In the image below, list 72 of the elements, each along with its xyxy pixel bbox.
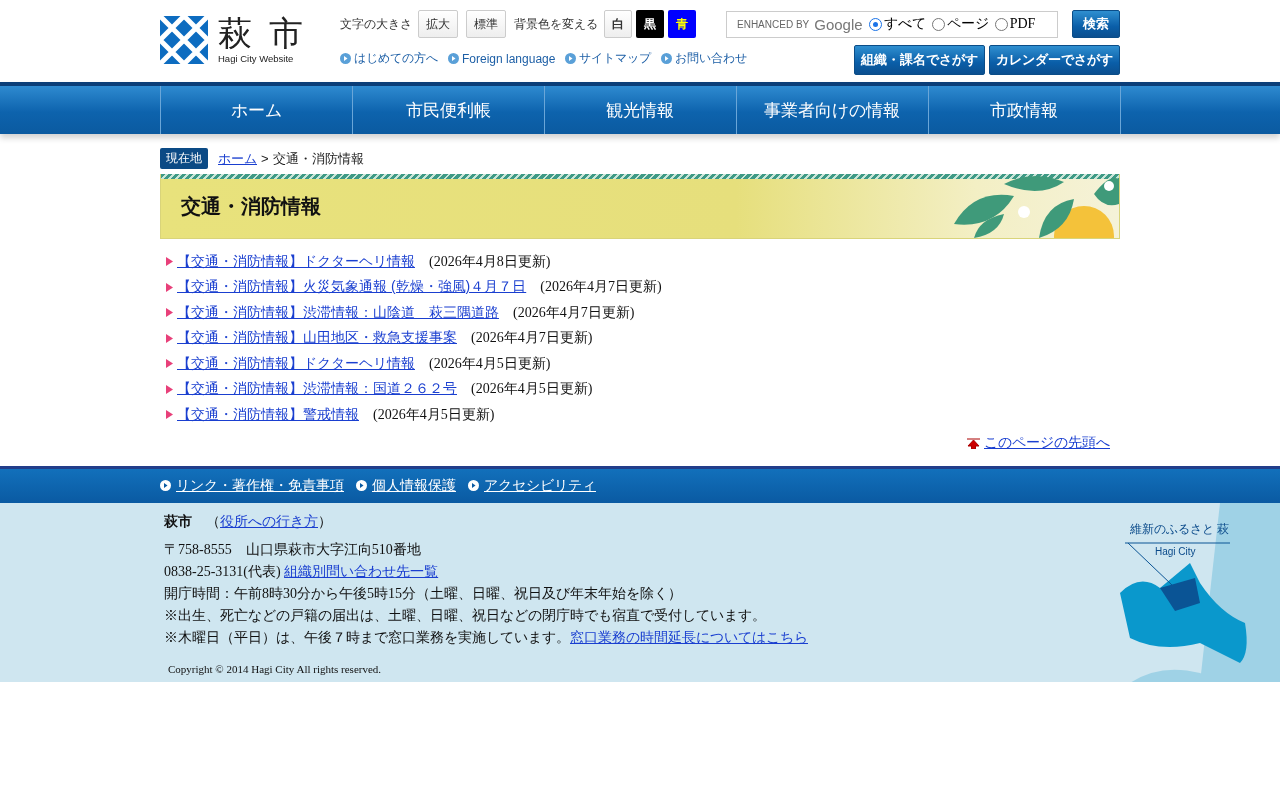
footer-link[interactable]: 個人情報保護	[356, 476, 456, 495]
font-size-button[interactable]: 標準	[466, 10, 506, 38]
bullet-icon	[166, 410, 173, 420]
search-scope-label: すべて	[883, 15, 926, 33]
bullet-icon	[166, 257, 173, 267]
search-scope-radio[interactable]	[931, 17, 945, 31]
utility-link[interactable]: お問い合わせ	[661, 50, 748, 67]
notice-text: ※木曜日（平日）は、午後７時まで窓口業務を実施しています。窓口業務の時間延長についてはこちら	[164, 628, 809, 647]
notice-text: ※出生、死亡などの戸籍の届出は、土曜、日曜、祝日などの閉庁時でも宿直で受付しています。	[164, 606, 767, 625]
utility-link[interactable]: Foreign language	[448, 50, 556, 67]
office-name-line: 萩市 （役所への行き方）	[164, 512, 333, 531]
bullet-icon	[166, 333, 173, 343]
background-color-button[interactable]: 白	[604, 10, 632, 38]
page-top-link[interactable]: このページの先頭へ	[967, 433, 1110, 452]
font-size-label: 文字の大きさ	[340, 15, 412, 33]
search-button[interactable]: 検索	[1072, 10, 1120, 38]
search-scope-radio[interactable]	[994, 17, 1008, 31]
footer-link[interactable]: アクセシビリティ	[468, 476, 596, 495]
nav-tab[interactable]: 観光情報	[544, 86, 737, 134]
nav-tab[interactable]: ホーム	[160, 86, 353, 134]
breadcrumb-separator: >	[261, 151, 269, 166]
contacts-link[interactable]: 組織別問い合わせ先一覧	[284, 563, 439, 579]
background-color-button[interactable]: 青	[668, 10, 696, 38]
hours-text: 開庁時間：午前8時30分から午後5時15分（土曜、日曜、祝日及び年末年始を除く）	[164, 584, 683, 603]
update-date: (2026年4月7日更新)	[540, 278, 662, 297]
notice-link[interactable]: 窓口業務の時間延長についてはこちら	[570, 629, 808, 645]
background-color-button[interactable]: 黒	[636, 10, 664, 38]
article-link[interactable]: 【交通・消防情報】ドクターヘリ情報	[177, 354, 415, 373]
update-date: (2026年4月5日更新)	[471, 380, 593, 399]
utility-link[interactable]: サイトマップ	[565, 50, 652, 67]
font-size-button[interactable]: 拡大	[418, 10, 458, 38]
article-link[interactable]: 【交通・消防情報】火災気象通報 (乾燥・強風)４月７日	[177, 278, 527, 297]
nav-tab[interactable]: 市民便利帳	[352, 86, 545, 134]
article-link[interactable]: 【交通・消防情報】警戒情報	[177, 405, 359, 424]
search-by-button[interactable]: 組織・課名でさがす	[854, 45, 985, 75]
search-scope-radio[interactable]	[868, 17, 882, 31]
article-link[interactable]: 【交通・消防情報】渋滞情報：山陰道 萩三隅道路	[177, 303, 499, 322]
up-arrow-icon	[967, 436, 980, 449]
phone-line: 0838-25-3131(代表) 組織別問い合わせ先一覧	[164, 562, 440, 581]
logo-icon	[160, 16, 208, 64]
breadcrumb-link[interactable]: ホーム	[218, 149, 257, 168]
article-link[interactable]: 【交通・消防情報】渋滞情報：国道２６２号	[177, 380, 457, 399]
search-scope-label: ページ	[946, 15, 989, 33]
utility-link[interactable]: はじめての方へ	[340, 50, 438, 67]
access-link[interactable]: 役所への行き方	[220, 513, 318, 529]
site-subtitle: Hagi City Website	[218, 52, 294, 64]
map-drawing: 維新のふるさと 萩 Hagi City	[900, 502, 1280, 682]
bullet-icon	[166, 282, 173, 292]
breadcrumb-current: 交通・消防情報	[272, 149, 364, 168]
copyright-text: Copyright © 2014 Hagi City All rights reserved.	[168, 662, 383, 675]
article-link[interactable]: 【交通・消防情報】山田地区・救急支援事案	[177, 329, 457, 348]
update-date: (2026年4月8日更新)	[429, 252, 551, 271]
footer-link[interactable]: リンク・著作権・免責事項	[160, 476, 344, 495]
update-date: (2026年4月7日更新)	[513, 303, 635, 322]
nav-tab[interactable]: 市政情報	[928, 86, 1121, 134]
search-scope-label: PDF	[1009, 16, 1036, 32]
search-by-button[interactable]: カレンダーでさがす	[989, 45, 1120, 75]
page-title: 交通・消防情報	[181, 193, 321, 219]
bullet-icon	[166, 359, 173, 369]
search-field[interactable]: ENHANCED BY Google すべて ページ PDF	[726, 10, 1058, 38]
site-name: 萩 市	[218, 16, 307, 51]
update-date: (2026年4月7日更新)	[471, 329, 593, 348]
address-text: 〒758-8555 山口県萩市大字江向510番地	[164, 540, 422, 559]
nav-tab[interactable]: 事業者向けの情報	[736, 86, 929, 134]
location-badge: 現在地	[160, 148, 208, 169]
update-date: (2026年4月5日更新)	[373, 405, 495, 424]
bullet-icon	[166, 384, 173, 394]
search-branding: ENHANCED BY Google	[737, 15, 863, 33]
background-color-label: 背景色を変える	[514, 15, 598, 33]
update-date: (2026年4月5日更新)	[429, 354, 551, 373]
bullet-icon	[166, 308, 173, 318]
article-link[interactable]: 【交通・消防情報】ドクターヘリ情報	[177, 252, 415, 271]
